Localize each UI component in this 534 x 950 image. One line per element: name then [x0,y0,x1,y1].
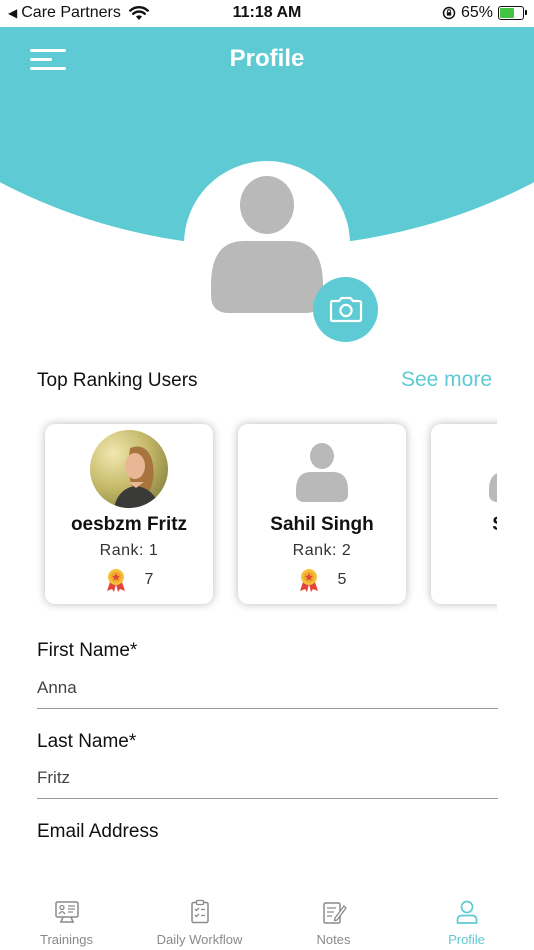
camera-icon [329,296,362,322]
rank-value: 1 [148,542,159,559]
rotation-lock-icon [442,6,456,20]
tab-profile[interactable]: Profile [400,885,533,950]
ranking-badges [431,568,497,592]
email-label: Email Address [37,821,159,842]
ranking-user-name: oesbzm Fritz [70,514,188,535]
last-name-field[interactable]: Fritz [37,768,70,788]
trainings-icon [55,901,79,923]
clipboard-icon [191,899,209,924]
first-name-underline [37,708,498,709]
tab-daily-workflow[interactable]: Daily Workflow [133,885,266,950]
user-placeholder-icon [489,473,497,502]
ranking-card[interactable]: Sahil Singh Rank: 2 5 [238,424,406,604]
ranking-badges: 5 [238,568,406,592]
badge-count: 7 [144,571,154,588]
rank-value: 2 [341,542,352,559]
user-photo [476,430,497,508]
see-more-link[interactable]: See more [401,368,492,392]
tab-trainings[interactable]: Trainings [0,885,133,950]
tab-bar: Trainings Daily Workflow Notes Profile [0,885,534,950]
rank-label: Rank: [292,542,337,559]
status-bar: ◀ Care Partners 11:18 AM 65% [0,0,534,27]
page-title: Profile [229,45,305,72]
ranking-card[interactable]: oesbzm Fritz Rank: 1 7 [45,424,213,604]
medal-icon [106,569,125,592]
user-placeholder-icon [296,443,348,502]
ranking-badges: 7 [45,568,213,592]
user-photo [90,430,168,508]
ranking-title: Top Ranking Users [37,370,198,391]
ranking-user-name: Sahil Singh [270,514,374,535]
medal-icon [299,569,318,592]
tab-notes-label: Notes [316,932,351,947]
battery-percent: 65% [460,4,493,21]
tab-trainings-label: Trainings [40,932,93,947]
first-name-field[interactable]: Anna [37,678,77,698]
tab-notes[interactable]: Notes [267,885,400,950]
ranking-user-rank: Rank: 2 [238,542,406,560]
rank-label: Rank: [99,542,144,559]
last-name-underline [37,798,498,799]
status-right: 65% [442,4,527,22]
ranking-user-rank: Ra [431,542,497,560]
tab-profile-label: Profile [448,932,485,947]
last-name-label: Last Name* [37,731,137,752]
first-name-label: First Name* [37,640,138,661]
user-icon [456,900,478,924]
ranking-carousel[interactable]: oesbzm Fritz Rank: 1 7 Sahil Singh Rank:… [37,416,497,612]
user-photo [283,430,361,508]
battery-icon [498,6,527,20]
badge-count: 5 [337,571,347,588]
ranking-card[interactable]: Saga Ra [431,424,497,604]
tab-daily-workflow-label: Daily Workflow [156,932,243,947]
user-photo-image [90,430,168,508]
change-photo-button[interactable] [313,277,378,342]
notes-icon [323,902,347,924]
ranking-user-name: Saga [431,514,497,536]
ranking-user-rank: Rank: 1 [45,542,213,560]
